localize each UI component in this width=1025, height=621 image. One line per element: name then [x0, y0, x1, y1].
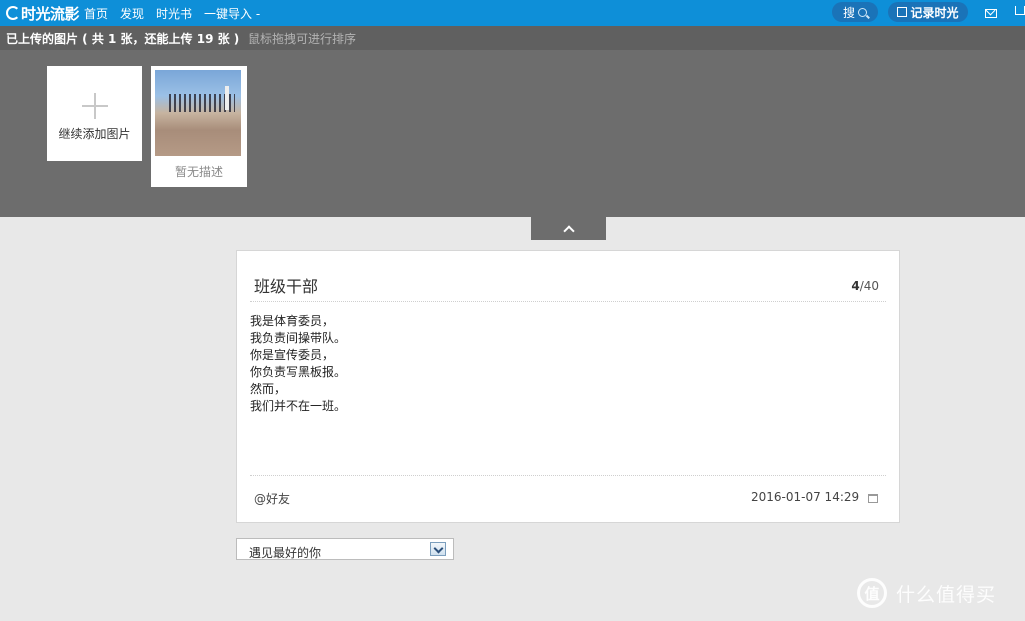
add-image-button[interactable]: 继续添加图片 [47, 66, 142, 161]
chevron-up-icon [562, 224, 575, 237]
body-line: 你负责写黑板报。 [250, 365, 347, 379]
nav-links: 首页 发现 时光书 一键导入 - [84, 0, 272, 26]
search-icon [858, 7, 867, 17]
nav-link-import[interactable]: 一键导入 - [204, 5, 260, 22]
watermark-logo-text: 值 [864, 584, 880, 603]
body-line: 我是体育委员， [250, 314, 335, 328]
edit-icon [897, 7, 908, 17]
collapse-upload-button[interactable] [531, 217, 606, 240]
search-button[interactable]: 搜 [832, 2, 878, 22]
watermark-logo: 值 [857, 578, 887, 608]
record-time-button[interactable]: 记录时光 [888, 2, 968, 22]
logo-text: 时光流影 [21, 4, 80, 23]
upload-status-text: 已上传的图片 ( 共 1 张，还能上传 19 张 ) [6, 32, 240, 46]
logo-swirl-icon [6, 6, 20, 20]
nav-link-home[interactable]: 首页 [84, 5, 108, 22]
album-select-value: 遇见最好的你 [249, 546, 322, 560]
search-label: 搜 [842, 5, 855, 20]
body-line: 我负责间操带队。 [250, 331, 347, 345]
drag-sort-hint: 鼠标拖拽可进行排序 [248, 32, 357, 46]
char-count-current: 4 [851, 279, 860, 293]
photo-person [225, 86, 229, 110]
body-line: 你是宣传委员， [250, 348, 335, 362]
top-nav-bar: 时光流影 首页 发现 时光书 一键导入 - 搜 记录时光 [0, 0, 1025, 26]
calendar-icon[interactable] [868, 494, 878, 503]
uploaded-photo-card[interactable]: 暂无描述 [151, 66, 247, 187]
nav-link-timebook[interactable]: 时光书 [156, 5, 192, 22]
entry-date[interactable]: 2016-01-07 14:29 [751, 490, 859, 504]
char-count-total: /40 [859, 279, 879, 293]
site-logo[interactable]: 时光流影 [6, 2, 80, 24]
divider [250, 301, 886, 302]
divider [250, 475, 886, 476]
mail-icon[interactable] [985, 9, 997, 18]
entry-card: 班级干部 4/40 我是体育委员， 我负责间操带队。 你是宣传委员， 你负责写黑… [236, 250, 900, 523]
photo-thumbnail[interactable] [155, 70, 241, 156]
record-label: 记录时光 [910, 5, 959, 20]
photo-caption[interactable]: 暂无描述 [151, 163, 247, 180]
title-char-count: 4/40 [851, 279, 879, 293]
upload-panel: 已上传的图片 ( 共 1 张，还能上传 19 张 ) 鼠标拖拽可进行排序 继续添… [0, 26, 1025, 217]
upload-status-bar: 已上传的图片 ( 共 1 张，还能上传 19 张 ) 鼠标拖拽可进行排序 [0, 26, 1025, 50]
nav-link-discover[interactable]: 发现 [120, 5, 144, 22]
plus-icon [81, 93, 108, 119]
add-image-label: 继续添加图片 [58, 127, 131, 141]
chevron-down-icon[interactable] [430, 542, 446, 556]
watermark-text: 什么值得买 [896, 583, 997, 606]
watermark: 值 什么值得买 [857, 578, 996, 608]
album-select[interactable]: 遇见最好的你 [236, 538, 454, 560]
entry-title[interactable]: 班级干部 [254, 273, 318, 297]
cart-icon[interactable] [1015, 6, 1025, 15]
body-line: 我们并不在一班。 [250, 399, 347, 413]
body-line: 然而， [250, 382, 287, 396]
entry-body-text[interactable]: 我是体育委员， 我负责间操带队。 你是宣传委员， 你负责写黑板报。 然而， 我们… [250, 313, 870, 415]
mention-friend-button[interactable]: @好友 [254, 490, 290, 507]
